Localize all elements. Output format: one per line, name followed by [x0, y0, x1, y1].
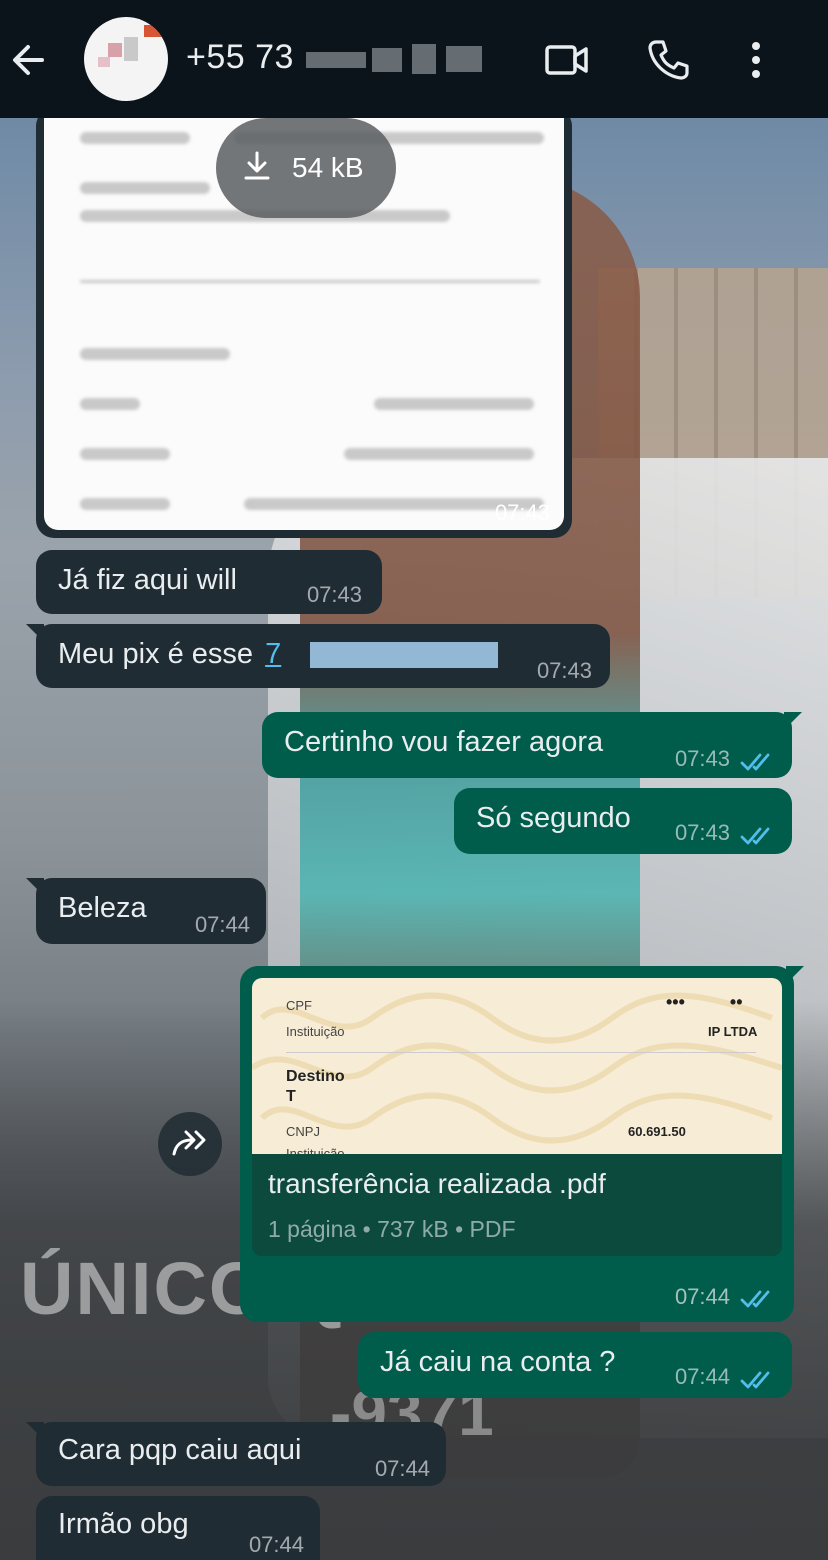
- pdf-institution-label: Instituição: [286, 1024, 345, 1039]
- message-text: Só segundo: [476, 802, 631, 834]
- redacted-pix-key: [310, 642, 498, 668]
- message-text: Irmão obg: [58, 1508, 189, 1540]
- pdf-preview[interactable]: CPF ••• •• Instituição IP LTDA Destino T…: [252, 978, 782, 1154]
- message-time: 07:44: [674, 1364, 730, 1389]
- message-time: 07:43: [674, 820, 730, 845]
- message-text: Já caiu na conta ?: [380, 1346, 616, 1378]
- message-time: 07:43: [536, 658, 592, 683]
- video-call-icon[interactable]: [544, 40, 590, 85]
- message-time: 07:44: [248, 1532, 304, 1557]
- image-message[interactable]: 54 kB 07:43: [36, 108, 572, 538]
- redacted-number: [306, 52, 366, 68]
- redacted-number: [372, 48, 402, 72]
- read-receipt-icon: [740, 1288, 774, 1310]
- message-bubble-incoming[interactable]: Meu pix é esse 7 07:43: [26, 624, 610, 688]
- redacted-number: [412, 44, 436, 74]
- pix-key-link[interactable]: 7: [265, 638, 281, 670]
- chat-header: +55 73: [0, 0, 828, 118]
- forward-icon: [170, 1128, 210, 1165]
- pdf-cnpj-label: CNPJ: [286, 1124, 320, 1139]
- contact-name[interactable]: +55 73: [186, 38, 294, 77]
- message-text: Cara pqp caiu aqui: [58, 1434, 302, 1466]
- message-time: 07:43: [674, 746, 730, 771]
- read-receipt-icon: [740, 1366, 774, 1389]
- pdf-cnpj-value: 60.691.50: [628, 1124, 686, 1139]
- pdf-meta: 1 página • 737 kB • PDF: [268, 1216, 516, 1242]
- pdf-destino-label: Destino: [286, 1068, 345, 1085]
- message-bubble-incoming[interactable]: Já fiz aqui will 07:43: [36, 550, 382, 614]
- back-arrow-icon[interactable]: [8, 38, 48, 82]
- pdf-cpf-label: CPF: [286, 998, 312, 1013]
- message-text: Meu pix é esse 7: [58, 638, 282, 670]
- message-bubble-outgoing[interactable]: Já caiu na conta ? 07:44: [358, 1332, 792, 1398]
- forward-button[interactable]: [158, 1112, 222, 1176]
- more-vert-icon[interactable]: [748, 40, 764, 85]
- message-text: Beleza: [58, 892, 147, 924]
- message-time: 07:43: [494, 500, 550, 525]
- message-text: Certinho vou fazer agora: [284, 726, 604, 758]
- message-time: 07:44: [374, 1456, 430, 1481]
- message-text: Já fiz aqui will: [58, 564, 237, 596]
- download-size: 54 kB: [292, 152, 364, 183]
- message-time: 07:43: [306, 582, 362, 607]
- download-icon: [242, 150, 272, 187]
- message-time: 07:44: [194, 912, 250, 937]
- pdf-filename: transferência realizada .pdf: [268, 1168, 606, 1199]
- pdf-destino-value: T: [286, 1088, 296, 1105]
- pdf-institution-value: IP LTDA: [708, 1024, 758, 1039]
- message-bubble-incoming[interactable]: Cara pqp caiu aqui 07:44: [26, 1422, 446, 1486]
- read-receipt-icon: [740, 748, 774, 771]
- read-receipt-icon: [740, 822, 774, 845]
- message-bubble-incoming[interactable]: Beleza 07:44: [26, 878, 266, 944]
- message-bubble-incoming[interactable]: Irmão obg 07:44: [36, 1496, 320, 1560]
- voice-call-icon[interactable]: [646, 38, 690, 87]
- pdf-institution-label-2: Instituição: [286, 1146, 345, 1154]
- message-time: 07:44: [674, 1284, 730, 1309]
- document-message[interactable]: CPF ••• •• Instituição IP LTDA Destino T…: [240, 966, 804, 1322]
- pdf-cpf-dots: ••• ••: [666, 992, 743, 1012]
- message-bubble-outgoing[interactable]: Certinho vou fazer agora 07:43: [262, 712, 802, 778]
- download-button[interactable]: 54 kB: [216, 118, 396, 218]
- avatar[interactable]: [84, 17, 168, 101]
- redacted-number: [446, 46, 482, 72]
- pdf-info[interactable]: transferência realizada .pdf 1 página • …: [252, 1154, 782, 1256]
- message-bubble-outgoing[interactable]: Só segundo 07:43: [454, 788, 792, 854]
